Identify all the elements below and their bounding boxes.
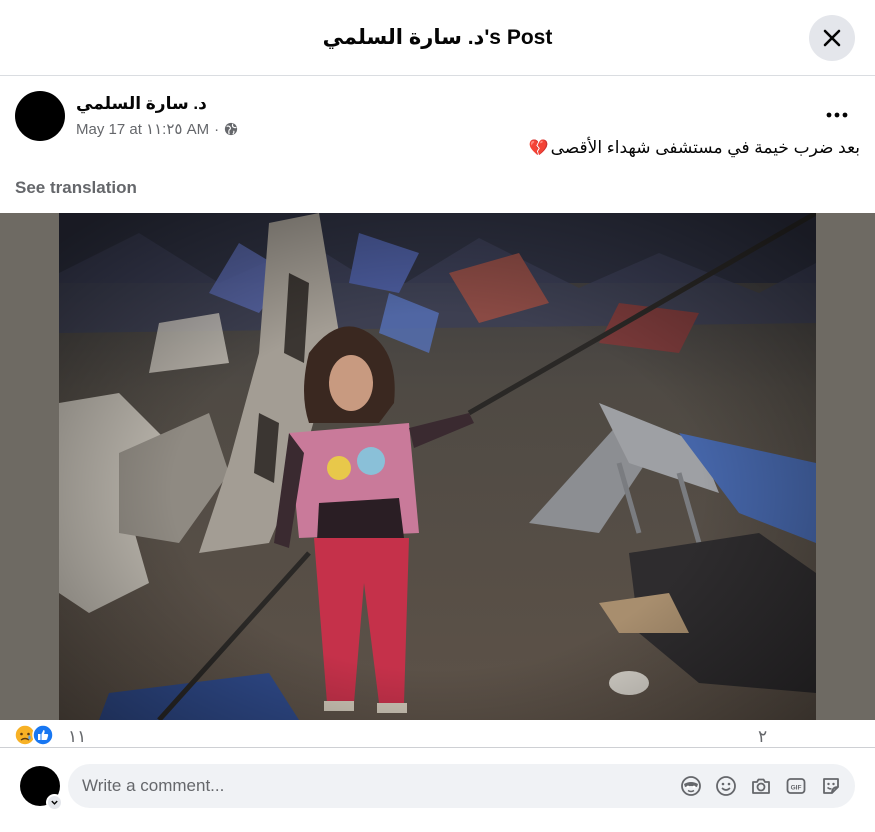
chevron-down-icon (51, 800, 58, 805)
reaction-count[interactable]: ١١ (68, 727, 86, 747)
globe-icon (225, 122, 238, 136)
emoji-button[interactable] (714, 774, 738, 798)
comment-box[interactable]: GIF (68, 764, 855, 808)
post-photo[interactable] (59, 213, 816, 720)
modal-header: د. سارة السلمي's Post (0, 0, 875, 76)
photo-image (59, 213, 816, 720)
close-icon (823, 29, 841, 47)
author-avatar[interactable] (15, 91, 65, 141)
sticker-button[interactable] (819, 774, 843, 798)
sticker-icon (823, 778, 839, 794)
reactions-row: ١١ ٢ (0, 722, 875, 748)
comment-count[interactable]: ٢ (758, 727, 767, 747)
post-timestamp[interactable]: May 17 at ١١:٢٥ AM (76, 120, 209, 138)
emoji-icon (716, 776, 736, 796)
camera-button[interactable] (749, 774, 773, 798)
svg-text:GIF: GIF (791, 785, 802, 792)
see-translation-link[interactable]: See translation (15, 178, 137, 198)
modal-title: د. سارة السلمي's Post (322, 26, 553, 49)
post-text-body: بعد ضرب خيمة في مستشفى شهداء الأقصى (550, 138, 860, 157)
broken-heart-emoji: 💔 (528, 140, 549, 157)
photo-container (0, 213, 875, 720)
camera-icon (752, 778, 770, 794)
more-options-button[interactable] (821, 99, 853, 131)
more-icon (826, 112, 848, 118)
post-meta: May 17 at ١١:٢٥ AM · (76, 120, 238, 138)
post-text: بعد ضرب خيمة في مستشفى شهداء الأقصى 💔 (529, 138, 860, 158)
composer-tools: GIF (679, 774, 843, 798)
author-name[interactable]: د. سارة السلمي (76, 94, 207, 114)
gif-icon: GIF (786, 778, 806, 794)
comment-input[interactable] (82, 776, 642, 796)
reaction-icons[interactable] (14, 724, 54, 746)
like-reaction-icon (32, 724, 54, 746)
gif-button[interactable]: GIF (784, 774, 808, 798)
profile-switch-button[interactable] (46, 794, 63, 811)
avatar-sticker-icon (681, 776, 701, 796)
avatar-sticker-button[interactable] (679, 774, 703, 798)
post-header: د. سارة السلمي May 17 at ١١:٢٥ AM · (0, 77, 875, 147)
comment-composer: GIF (0, 750, 875, 832)
close-button[interactable] (809, 15, 855, 61)
meta-separator: · (214, 120, 220, 138)
